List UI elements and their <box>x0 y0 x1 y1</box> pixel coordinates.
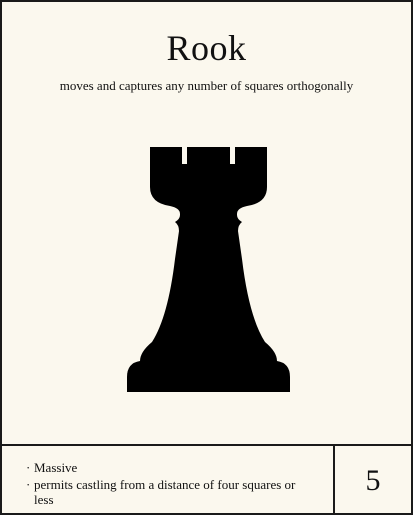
movement-description: moves and captures any number of squares… <box>59 78 354 93</box>
trait-item: Massive <box>26 460 316 475</box>
card-title: Rook <box>166 28 247 68</box>
piece-card: Rook moves and captures any number of sq… <box>0 0 413 515</box>
trait-list: Massive permits castling from a distance… <box>26 460 316 509</box>
rook-icon <box>127 147 290 392</box>
card-footer: Massive permits castling from a distance… <box>2 444 411 513</box>
value-box: 5 <box>333 446 411 513</box>
piece-value: 5 <box>365 463 381 497</box>
trait-item: permits castling from a distance of four… <box>26 477 316 507</box>
